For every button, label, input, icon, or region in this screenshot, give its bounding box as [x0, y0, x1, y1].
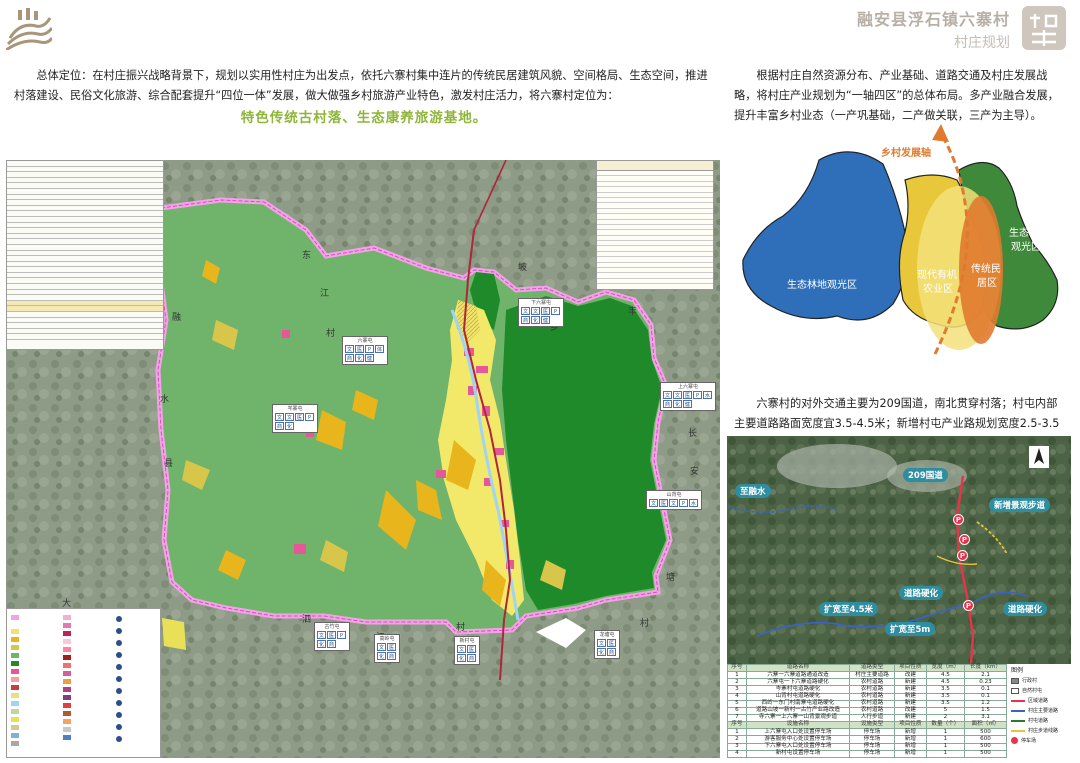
intro-paragraph: 总体定位：在村庄振兴战略背景下，规划以实用性村庄为出发点，依托六寨村集中连片的传…: [14, 69, 708, 102]
label-road-harden-2: 道路硬化: [1003, 602, 1048, 616]
land-use-legend: [6, 608, 161, 758]
table-row: 1 六寨一六寨道路通道改造 村庄主要道路 改建 4.5 2.1: [727, 671, 1007, 680]
indicator-table: [596, 160, 714, 290]
map-label: 江: [320, 289, 330, 299]
table-row: 3 岑寨村屯道路硬化 农村道路 新建 3.5 0.1: [727, 685, 1007, 694]
map-label: 村: [640, 619, 650, 629]
industry-paragraph: 根据村庄自然资源分布、产业基础、道路交通及村庄发展战略，将村庄产业规划为“一轴四…: [734, 69, 1059, 122]
label-g209: 209国道: [903, 468, 948, 482]
road-project-table: 序号 道路名称 道路类型 项目性质 宽度（m） 长度（km） 1 六寨一六寨道路通道改造 村庄…: [727, 663, 1007, 759]
map-label: 水: [160, 395, 170, 405]
header-bar: 融安县浮石镇六寨村 村庄规划: [0, 0, 1080, 55]
label-road-harden-1: 道路硬化: [899, 586, 944, 600]
ecological-forest-zone: [502, 296, 666, 610]
table-row: 1 上六寨屯入口处设置停车场 停车场 新增 1 500: [727, 728, 1007, 737]
map-label: 融: [172, 313, 182, 323]
parking-icon: P: [953, 514, 964, 525]
map-label: 丰: [628, 307, 638, 317]
seal-icon: [1022, 6, 1066, 50]
map-label: 塘: [666, 573, 676, 583]
traffic-legend: 图例 行政村 自然村屯 区域道路 村庄主要道路 村屯道路 村庄步道线路 停车场: [1008, 664, 1074, 758]
legend-item: 区域道路: [1011, 696, 1071, 706]
legend-item: 村屯道路: [1011, 716, 1071, 726]
village-callout: 新村屯 文医 化商: [454, 636, 480, 665]
page-subtitle: 村庄规划: [954, 35, 1010, 51]
parking-icon: P: [957, 550, 968, 561]
village-callout: 高岭屯 文医 化商: [374, 634, 400, 663]
map-label: 坡: [518, 263, 528, 273]
village-callout: 山背屯 文医文P水: [646, 490, 702, 510]
legend-item: 行政村: [1011, 676, 1071, 686]
table-row: 4 新村屯设置停车场 停车场 新增 1 500: [727, 749, 1007, 759]
legend-item: 村庄步道线路: [1011, 726, 1071, 736]
forest-zone-shape: [742, 151, 908, 321]
village-callout: 岑寨屯 文文医P 商化: [272, 404, 318, 433]
map-label: 县: [164, 459, 174, 469]
land-use-map: 东 江 村 融 水 县 长 安 泗 江 村 大 坡 乡 丰 塘 村 六寨屯 文医…: [6, 160, 720, 758]
parking-icon: P: [963, 600, 974, 611]
label-widen-5: 扩宽至5m: [885, 622, 936, 636]
village-callout: 下六寨屯 文文医P 商化健: [518, 298, 564, 327]
land-use-table: [6, 160, 164, 350]
label-new-trail: 新增景观步道: [989, 498, 1051, 512]
traffic-map: 至融水 209国道 新增景观步道 道路硬化 道路硬化 扩宽至4.5米 扩宽至5m…: [727, 436, 1071, 664]
axis-label: 乡村发展轴: [881, 146, 931, 159]
north-arrow-icon: [1029, 446, 1049, 468]
map-label: 安: [690, 467, 700, 477]
map-label: 大: [62, 599, 72, 609]
positioning-slogan: 特色传统古村落、生态康养旅游基地。: [240, 110, 488, 126]
parking-icon: P: [959, 534, 970, 545]
industry-layout-diagram: 生态林地观光区 现代有机农业区 传统民居区 生态山体观光区 乡村发展轴: [727, 120, 1072, 355]
page-title: 融安县浮石镇六寨村: [856, 10, 1010, 29]
map-label: 村: [326, 329, 336, 339]
map-label: 泗: [302, 615, 312, 625]
label-to-rongshui: 至融水: [735, 484, 771, 498]
label-widen-4-5: 扩宽至4.5米: [819, 602, 879, 616]
legend-item: 停车场: [1011, 736, 1071, 746]
village-callout: 六寨屯 文医P体 商化健: [342, 336, 388, 365]
map-label: 长: [688, 429, 698, 439]
zone-label: 生态林地观光区: [787, 278, 857, 291]
village-callout: 龙塘屯 文医 化商: [594, 630, 620, 659]
legend-item: 自然村屯: [1011, 686, 1071, 696]
map-label: 东: [302, 251, 312, 261]
table-row: 2 游客服务中心处设置停车场 停车场 新增 1 600: [727, 735, 1007, 744]
map-label: 村: [456, 623, 466, 633]
logo-icon: [6, 8, 52, 50]
village-callout: 古竹屯 文医P 化商: [314, 622, 350, 651]
village-callout: 上六寨屯 文文医P水 商化健: [660, 382, 716, 411]
table-row: 2 六寨屯一下六寨道路硬化 农村道路 新建 4.5 0.23: [727, 678, 1007, 687]
legend-title: 图例: [1011, 667, 1024, 674]
legend-item: 村庄主要道路: [1011, 706, 1071, 716]
